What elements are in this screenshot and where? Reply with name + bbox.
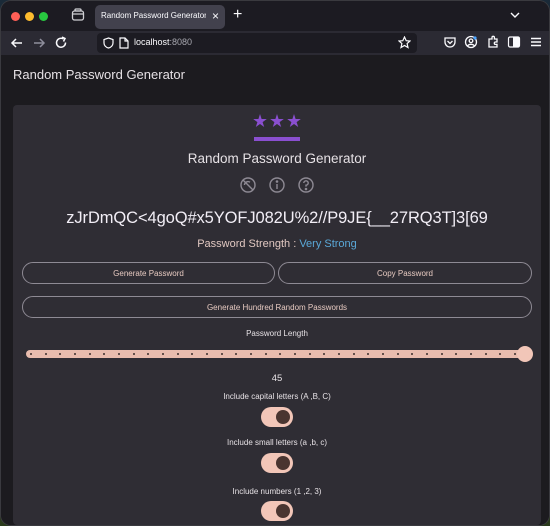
back-icon[interactable] [9,35,25,51]
slider-tick [264,353,267,355]
sidebar-icon[interactable] [507,35,521,49]
card-title: Random Password Generator [187,151,367,166]
toggle-knob [276,504,290,518]
slider-tick [338,353,340,355]
capital-letters-toggle[interactable] [261,407,293,427]
option-capital-label: Include capital letters (A ,B, C) [223,392,331,401]
slider-tick [118,353,120,355]
chevron-down-icon[interactable] [509,9,521,21]
slider-tick [484,353,487,355]
slider-tick [382,353,384,355]
info-icon[interactable] [268,176,286,194]
bookmark-star-icon[interactable] [398,36,411,49]
password-strength: Password Strength : Very Strong [13,238,541,250]
help-icon[interactable] [297,176,315,194]
pocket-icon[interactable] [443,35,457,49]
new-tab-button[interactable]: + [233,7,242,23]
password-length-label: Password Length [246,329,308,338]
slider-tick [176,353,179,355]
slider-tick [44,353,47,355]
slider-tick [162,353,164,355]
generated-password: zJrDmQC<4goQ#x5YOFJ082U%2//P9JE{__27RQ3T… [66,209,488,227]
slider-tick [220,353,223,355]
shield-icon[interactable] [103,37,114,49]
slider-tick [88,353,91,355]
generator-card: Random Password Generator zJrDmQC<4goQ#x… [13,105,541,525]
tab-close-icon[interactable]: × [212,10,219,22]
numbers-toggle[interactable] [261,501,293,521]
slider-tick [30,353,32,355]
url-bar[interactable]: localhost:8080 [97,33,417,53]
browser-window: Random Password Generator × + localhost:… [1,1,549,525]
small-letters-toggle[interactable] [261,453,293,473]
slider-tick [352,353,355,355]
menu-icon[interactable] [529,35,543,49]
slider-track[interactable] [26,350,526,358]
url-host: localhost [134,37,170,47]
slider-tick [470,353,472,355]
generate-password-button[interactable]: Generate Password [22,262,275,284]
slider-tick [206,353,208,355]
strength-value: Very Strong [299,238,357,250]
app-bar-title: Random Password Generator [13,67,185,82]
toggle-knob [276,456,290,470]
slider-tick [426,353,428,355]
slider-thumb[interactable] [517,346,533,362]
reload-icon[interactable] [53,35,69,51]
url-port: :8080 [169,37,193,47]
copy-password-button[interactable]: Copy Password [278,262,532,284]
slider-tick [396,353,399,355]
slider-tick [308,353,311,355]
page-icon[interactable] [119,37,129,49]
password-length-value: 45 [271,373,283,384]
tab-title: Random Password Generator [101,11,206,20]
close-window-button[interactable] [11,12,20,21]
extensions-icon[interactable] [486,35,500,49]
sync-disabled-icon[interactable] [239,176,257,194]
slider-tick [132,353,135,355]
slider-tick [440,353,443,355]
account-icon[interactable] [464,35,478,49]
slider-tick [74,353,76,355]
password-logo-icon [253,114,301,141]
minimize-window-button[interactable] [25,12,34,21]
strength-label: Password Strength : [197,238,300,250]
password-length-slider[interactable] [26,346,534,362]
option-numbers-label: Include numbers (1 ,2, 3) [232,487,322,496]
active-tab[interactable]: Random Password Generator × [95,5,225,29]
option-small-label: Include small letters (a ,b, c) [226,438,328,447]
slider-tick [514,353,516,355]
tab-bar: Random Password Generator × + [1,1,549,31]
slider-tick [294,353,296,355]
toggle-knob [276,410,290,424]
page-content: Random Password Generator Random Passwor… [1,55,549,525]
generate-hundred-button[interactable]: Generate Hundred Random Passwords [22,296,532,318]
forward-icon[interactable] [31,35,47,51]
zoom-window-button[interactable] [39,12,48,21]
navigation-bar: localhost:8080 [1,31,549,55]
tab-list-icon[interactable] [71,8,85,22]
url-text[interactable]: localhost:8080 [134,37,192,47]
slider-tick [250,353,252,355]
